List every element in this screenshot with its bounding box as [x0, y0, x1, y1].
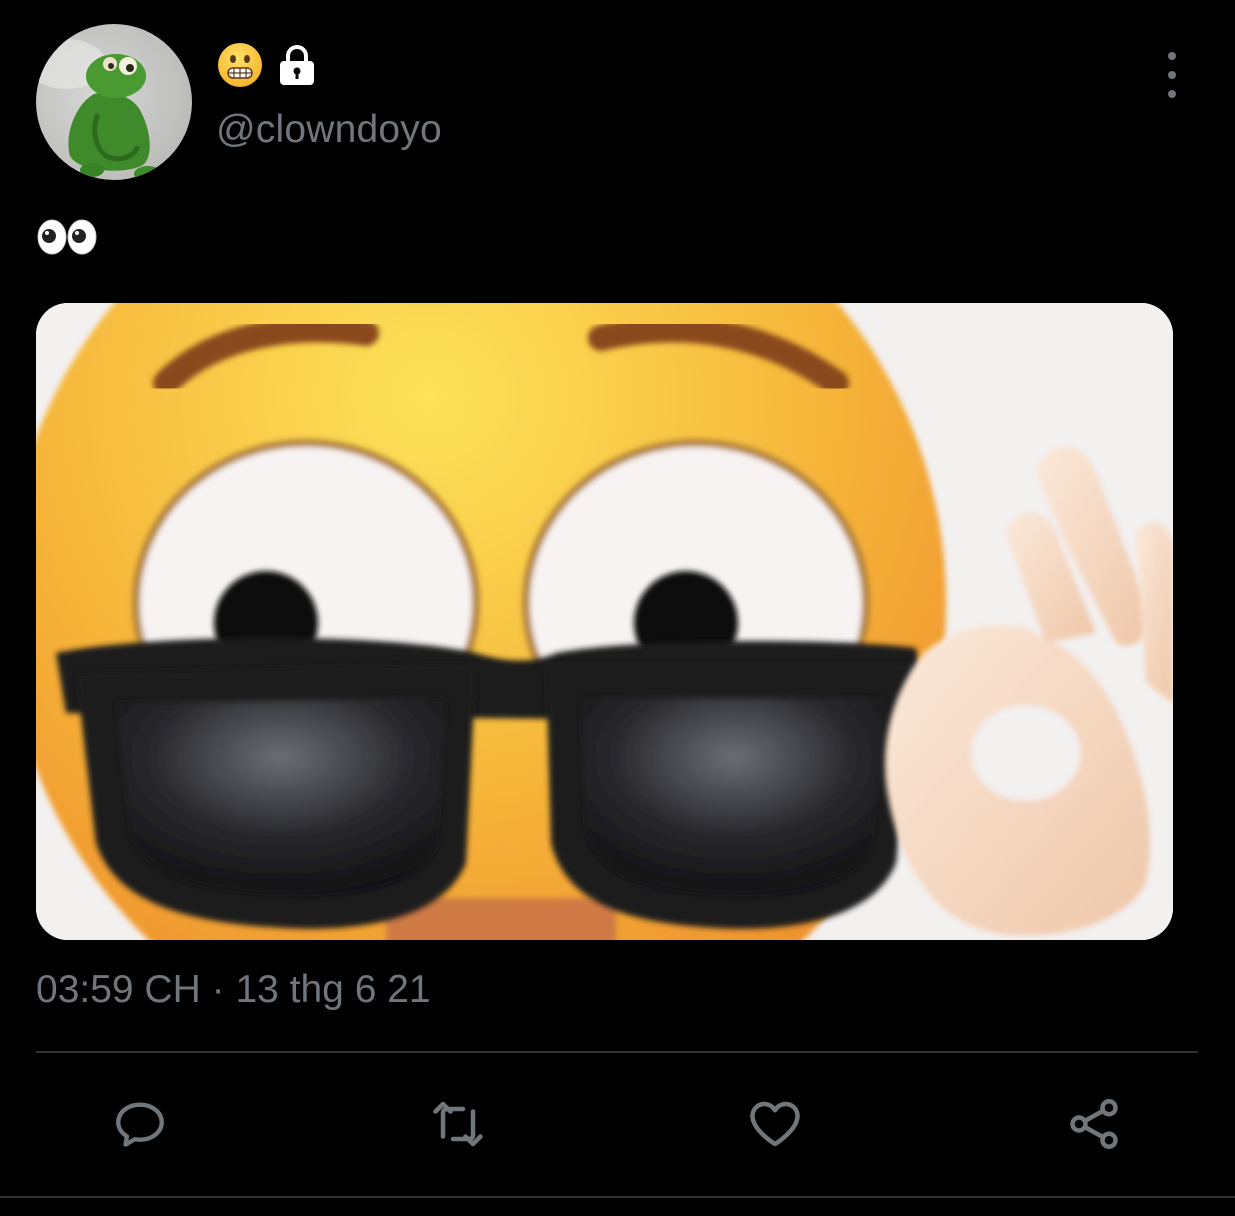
reply-button[interactable]: [104, 1088, 176, 1160]
green-plush-frog-avatar-icon: [36, 39, 162, 180]
divider: [36, 1051, 1198, 1053]
heart-icon: [750, 1101, 800, 1147]
retweet-icon: [433, 1101, 483, 1147]
more-dot: [1168, 90, 1176, 98]
reply-icon: [116, 1102, 164, 1147]
like-button[interactable]: [739, 1088, 811, 1160]
user-handle[interactable]: @clowndoyo: [216, 108, 442, 152]
share-icon: [1070, 1099, 1118, 1149]
bottom-divider: [0, 1196, 1235, 1198]
retweet-button[interactable]: [422, 1088, 494, 1160]
tweet-text: [36, 212, 98, 262]
display-name[interactable]: [216, 42, 320, 92]
tweet-date: 13 thg 6 21: [235, 968, 431, 1011]
tweet-actions-bar: [36, 1080, 1198, 1170]
more-vertical-icon: [1168, 52, 1176, 60]
avatar[interactable]: [36, 24, 192, 180]
more-dot: [1168, 71, 1176, 79]
timestamp-separator: ·: [200, 968, 236, 1011]
grimacing-face-emoji-icon: [216, 41, 264, 94]
tweet-time: 03:59 CH: [36, 968, 201, 1011]
tweet-timestamp[interactable]: 03:59 CH · 13 thg 6 21: [36, 968, 431, 1012]
share-button[interactable]: [1058, 1088, 1130, 1160]
lock-icon: [274, 42, 320, 93]
sunglasses-emoji-media-icon: [36, 303, 1173, 940]
more-options-button[interactable]: [1154, 52, 1190, 98]
tweet-media-image[interactable]: [36, 303, 1173, 940]
eyes-emoji-icon: [37, 219, 97, 255]
